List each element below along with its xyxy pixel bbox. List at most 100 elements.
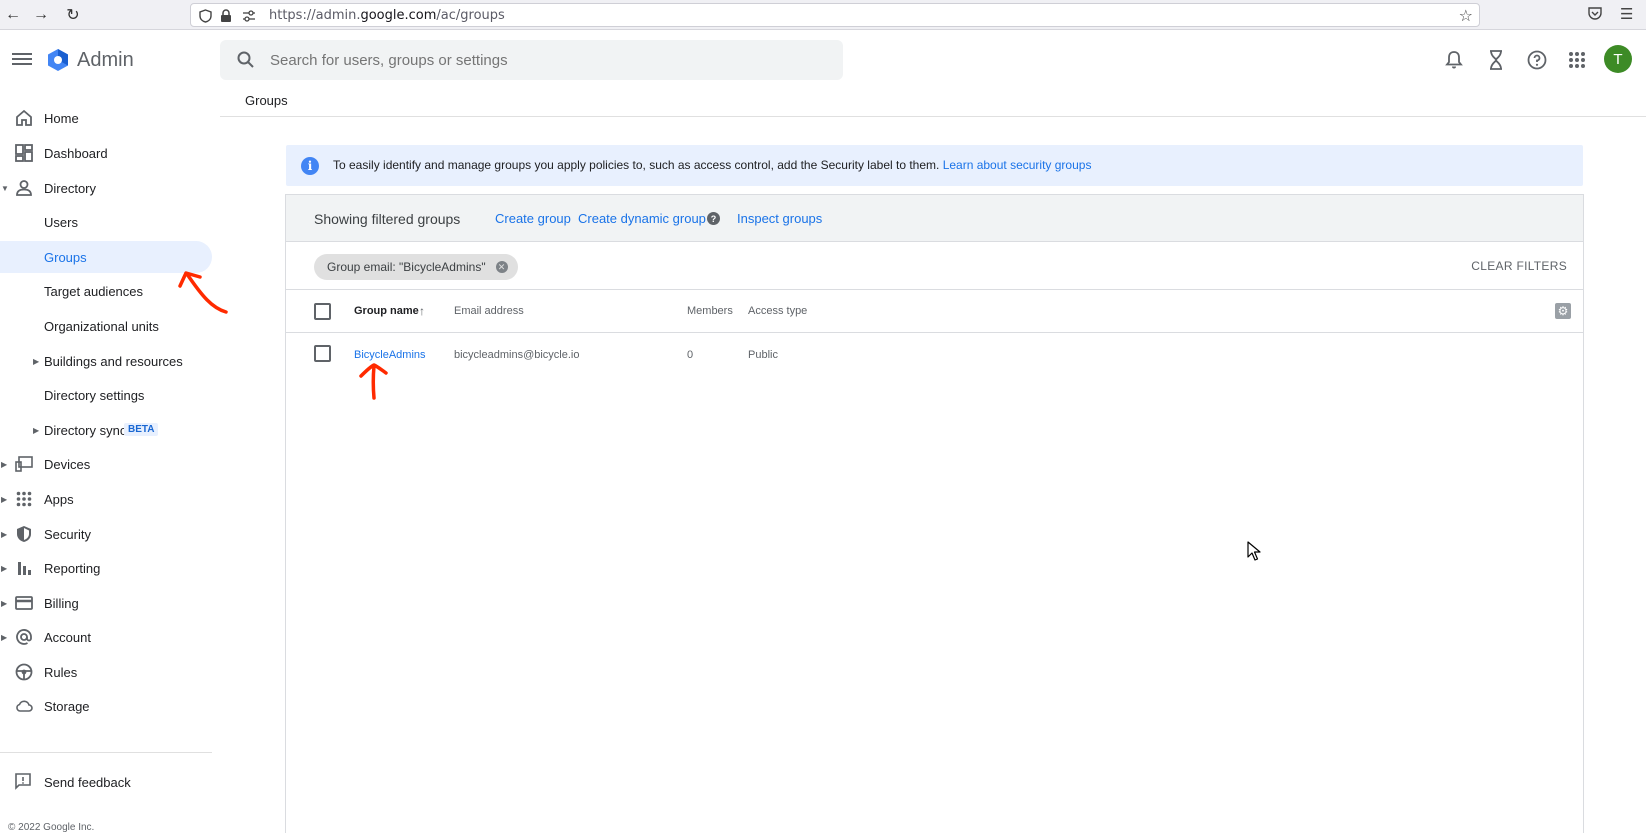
- remove-filter-icon[interactable]: ✕: [495, 261, 508, 273]
- sidebar-item-target-audiences[interactable]: Target audiences: [0, 275, 212, 307]
- sidebar-item-buildings-and-resources[interactable]: ▶ Buildings and resources: [0, 345, 212, 377]
- pocket-icon[interactable]: [1587, 5, 1603, 25]
- collapsed-caret-icon: ▶: [33, 356, 40, 366]
- collapsed-caret-icon: ▶: [1, 459, 8, 469]
- row-checkbox[interactable]: [314, 345, 331, 362]
- groups-card: Showing filtered groups Create group Cre…: [285, 194, 1584, 833]
- gear-icon[interactable]: ⚙: [1555, 303, 1571, 319]
- feedback-icon: [14, 772, 32, 793]
- collapsed-caret-icon: ▶: [1, 563, 8, 573]
- forward-icon[interactable]: →: [30, 4, 52, 26]
- back-icon[interactable]: ←: [2, 4, 24, 26]
- collapsed-caret-icon: ▶: [33, 425, 40, 435]
- sidebar-item-users[interactable]: Users: [0, 206, 212, 238]
- search-bar[interactable]: [220, 40, 843, 80]
- sidebar-item-storage[interactable]: Storage: [0, 690, 212, 722]
- cloud-icon: [14, 696, 34, 716]
- info-icon: i: [301, 157, 319, 175]
- expanded-caret-icon: ▼: [1, 183, 9, 193]
- learn-security-groups-link[interactable]: Learn about security groups: [943, 158, 1092, 172]
- column-access-type[interactable]: Access type: [748, 305, 807, 317]
- address-bar[interactable]: https://admin.google.com/ac/groups ☆: [190, 3, 1480, 27]
- help-icon[interactable]: ?: [707, 212, 720, 225]
- shield-icon: [14, 524, 34, 544]
- sidebar-item-groups[interactable]: Groups: [0, 241, 212, 273]
- avatar[interactable]: T: [1604, 45, 1632, 73]
- collapsed-caret-icon: ▶: [1, 494, 8, 504]
- copyright-text: © 2022 Google Inc.: [8, 822, 95, 833]
- sidebar-divider: [0, 752, 212, 753]
- breadcrumb: Groups: [220, 90, 1646, 117]
- help-icon[interactable]: [1525, 48, 1549, 72]
- collapsed-caret-icon: ▶: [1, 632, 8, 642]
- sidebar-item-reporting[interactable]: ▶ Reporting: [0, 552, 212, 584]
- apps-grid-icon[interactable]: [1565, 48, 1589, 72]
- sidebar-item-directory-sync[interactable]: ▶ Directory sync BETA: [0, 414, 212, 446]
- sidebar-item-apps[interactable]: ▶ Apps: [0, 483, 212, 515]
- create-dynamic-group-link[interactable]: Create dynamic group: [578, 211, 706, 226]
- app-header: Admin T: [0, 30, 1646, 90]
- sidebar-item-account[interactable]: ▶ Account: [0, 621, 212, 653]
- beta-badge: BETA: [124, 423, 159, 436]
- inspect-groups-link[interactable]: Inspect groups: [737, 211, 822, 226]
- url-text[interactable]: https://admin.google.com/ac/groups: [269, 8, 505, 23]
- search-icon[interactable]: [236, 50, 256, 70]
- card-header: Showing filtered groups Create group Cre…: [286, 195, 1583, 242]
- person-icon: [14, 178, 34, 198]
- group-email: bicycleadmins@bicycle.io: [454, 349, 580, 361]
- sort-ascending-icon[interactable]: ↑: [419, 304, 425, 318]
- permissions-icon[interactable]: [241, 8, 257, 24]
- credit-card-icon: [14, 593, 34, 613]
- select-all-checkbox[interactable]: [314, 303, 331, 320]
- apps-grid-icon: [14, 489, 34, 509]
- admin-logo-icon[interactable]: [46, 48, 70, 72]
- card-title: Showing filtered groups: [314, 211, 461, 227]
- home-icon: [14, 108, 34, 128]
- reload-icon[interactable]: ↻: [62, 4, 84, 26]
- bar-chart-icon: [14, 558, 34, 578]
- mouse-cursor-icon: [1247, 541, 1261, 561]
- sidebar-item-dashboard[interactable]: Dashboard: [0, 137, 212, 169]
- sidebar-item-rules[interactable]: Rules: [0, 656, 212, 688]
- table-row[interactable]: BicycleAdmins bicycleadmins@bicycle.io 0…: [286, 333, 1583, 376]
- group-members-count: 0: [687, 349, 694, 361]
- sidebar-item-security[interactable]: ▶ Security: [0, 518, 212, 550]
- sidebar-item-home[interactable]: Home: [0, 102, 212, 134]
- devices-icon: [14, 454, 34, 474]
- collapsed-caret-icon: ▶: [1, 598, 8, 608]
- filter-row: Group email: "BicycleAdmins" ✕ CLEAR FIL…: [286, 242, 1583, 290]
- column-group-name[interactable]: Group name: [354, 305, 419, 317]
- sidebar-item-devices[interactable]: ▶ Devices: [0, 448, 212, 480]
- info-banner: i To easily identify and manage groups y…: [286, 145, 1583, 186]
- app-name[interactable]: Admin: [77, 49, 134, 72]
- group-access-type: Public: [748, 349, 778, 361]
- column-email-address[interactable]: Email address: [454, 305, 524, 317]
- sidebar-item-directory[interactable]: ▼ Directory: [0, 172, 212, 204]
- sidebar-item-directory-settings[interactable]: Directory settings: [0, 379, 212, 411]
- sidebar-item-organizational-units[interactable]: Organizational units: [0, 310, 212, 342]
- create-group-link[interactable]: Create group: [495, 211, 571, 226]
- column-members[interactable]: Members: [687, 305, 733, 317]
- table-header: Group name ↑ Email address Members Acces…: [286, 290, 1583, 333]
- breadcrumb-groups[interactable]: Groups: [245, 93, 288, 108]
- at-sign-icon: [14, 627, 34, 647]
- notifications-bell-icon[interactable]: [1442, 48, 1466, 72]
- dashboard-icon: [14, 143, 34, 163]
- group-name-link[interactable]: BicycleAdmins: [354, 349, 426, 361]
- filter-chip[interactable]: Group email: "BicycleAdmins" ✕: [314, 254, 518, 280]
- browser-toolbar: ← → ↻ https://admin.google.com/ac/groups…: [0, 0, 1646, 30]
- search-input[interactable]: [270, 48, 810, 72]
- main-menu-icon[interactable]: [12, 50, 32, 70]
- clear-filters-button[interactable]: CLEAR FILTERS: [1471, 259, 1567, 273]
- menu-icon[interactable]: ☰: [1620, 5, 1633, 23]
- send-feedback-link[interactable]: Send feedback: [0, 766, 212, 798]
- sidebar-item-billing[interactable]: ▶ Billing: [0, 587, 212, 619]
- banner-message: To easily identify and manage groups you…: [333, 158, 1092, 172]
- bookmark-star-icon[interactable]: ☆: [1459, 6, 1473, 26]
- sidebar: Home Dashboard ▼ Directory Users Groups …: [0, 100, 212, 833]
- lock-icon[interactable]: [218, 8, 234, 24]
- tasks-hourglass-icon[interactable]: [1484, 48, 1508, 72]
- steering-wheel-icon: [14, 662, 34, 682]
- collapsed-caret-icon: ▶: [1, 529, 8, 539]
- shield-outline-icon[interactable]: [197, 8, 213, 24]
